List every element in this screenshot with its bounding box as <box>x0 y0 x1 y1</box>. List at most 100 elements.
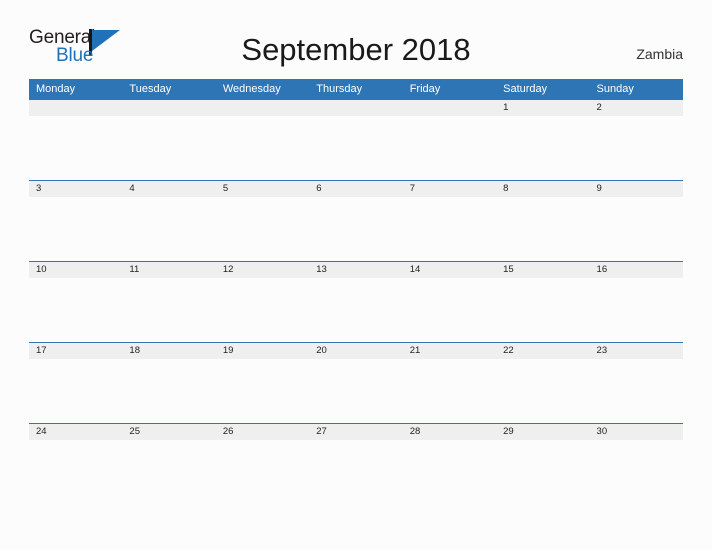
day-cell[interactable]: 26 <box>215 423 310 504</box>
day-cell[interactable]: 3 <box>29 180 123 261</box>
day-cell[interactable]: 21 <box>402 342 497 423</box>
day-cell[interactable]: 25 <box>122 423 216 504</box>
day-cell[interactable]: 5 <box>215 180 310 261</box>
day-cell[interactable]: 16 <box>589 261 683 342</box>
day-cell[interactable]: 24 <box>29 423 123 504</box>
day-events-area[interactable] <box>215 359 310 423</box>
day-cell[interactable]: 10 <box>29 261 123 342</box>
weekday-header-tuesday: Tuesday <box>122 79 216 99</box>
day-cell[interactable]: 11 <box>122 261 216 342</box>
day-events-area[interactable] <box>496 359 590 423</box>
day-events-area[interactable] <box>29 116 123 180</box>
day-number: 13 <box>309 261 403 278</box>
day-number <box>29 99 123 116</box>
day-events-area[interactable] <box>309 197 403 261</box>
day-cell[interactable]: 15 <box>496 261 590 342</box>
day-cell[interactable]: 22 <box>496 342 590 423</box>
day-cell[interactable] <box>122 99 216 180</box>
day-number: 24 <box>29 423 123 440</box>
day-events-area[interactable] <box>309 278 403 342</box>
day-events-area[interactable] <box>29 359 123 423</box>
day-events-area[interactable] <box>496 116 590 180</box>
weekday-header-monday: Monday <box>29 79 123 99</box>
day-cell[interactable]: 12 <box>215 261 310 342</box>
day-events-area[interactable] <box>122 197 216 261</box>
day-events-area[interactable] <box>309 440 403 504</box>
day-number <box>215 99 310 116</box>
day-number: 4 <box>122 180 216 197</box>
day-cell[interactable]: 7 <box>402 180 497 261</box>
day-cell[interactable]: 6 <box>309 180 403 261</box>
day-cell[interactable]: 14 <box>402 261 497 342</box>
day-number: 23 <box>589 342 683 359</box>
day-events-area[interactable] <box>402 197 497 261</box>
weekday-header-saturday: Saturday <box>496 79 590 99</box>
day-cell[interactable]: 4 <box>122 180 216 261</box>
day-events-area[interactable] <box>122 440 216 504</box>
calendar-body: 1 2 3 4 5 6 7 8 9 10 11 12 13 14 15 16 1… <box>29 99 683 504</box>
day-number: 7 <box>402 180 497 197</box>
day-number: 16 <box>589 261 683 278</box>
day-events-area[interactable] <box>589 197 683 261</box>
day-number: 5 <box>215 180 310 197</box>
calendar-week-row: 10 11 12 13 14 15 16 <box>29 261 683 342</box>
day-events-area[interactable] <box>496 440 590 504</box>
day-cell[interactable]: 13 <box>309 261 403 342</box>
day-cell[interactable]: 29 <box>496 423 590 504</box>
day-number: 1 <box>496 99 590 116</box>
day-events-area[interactable] <box>215 116 310 180</box>
day-cell[interactable]: 30 <box>589 423 683 504</box>
day-events-area[interactable] <box>122 116 216 180</box>
day-cell[interactable] <box>215 99 310 180</box>
day-events-area[interactable] <box>496 278 590 342</box>
day-cell[interactable]: 18 <box>122 342 216 423</box>
day-number: 30 <box>589 423 683 440</box>
calendar-week-row: 24 25 26 27 28 29 30 <box>29 423 683 504</box>
day-events-area[interactable] <box>29 440 123 504</box>
day-events-area[interactable] <box>29 197 123 261</box>
day-events-area[interactable] <box>589 116 683 180</box>
day-number: 9 <box>589 180 683 197</box>
day-events-area[interactable] <box>589 359 683 423</box>
day-number: 2 <box>589 99 683 116</box>
day-events-area[interactable] <box>309 116 403 180</box>
day-events-area[interactable] <box>215 278 310 342</box>
day-events-area[interactable] <box>402 440 497 504</box>
day-events-area[interactable] <box>589 278 683 342</box>
day-cell[interactable] <box>402 99 497 180</box>
weekday-header-friday: Friday <box>402 79 497 99</box>
day-events-area[interactable] <box>402 278 497 342</box>
day-events-area[interactable] <box>589 440 683 504</box>
day-events-area[interactable] <box>122 278 216 342</box>
day-events-area[interactable] <box>402 116 497 180</box>
day-number: 14 <box>402 261 497 278</box>
day-events-area[interactable] <box>309 359 403 423</box>
day-cell[interactable]: 27 <box>309 423 403 504</box>
day-cell[interactable]: 19 <box>215 342 310 423</box>
day-number <box>402 99 497 116</box>
day-events-area[interactable] <box>402 359 497 423</box>
day-events-area[interactable] <box>122 359 216 423</box>
day-events-area[interactable] <box>215 440 310 504</box>
day-events-area[interactable] <box>215 197 310 261</box>
day-events-area[interactable] <box>496 197 590 261</box>
day-cell[interactable]: 9 <box>589 180 683 261</box>
day-number: 8 <box>496 180 590 197</box>
day-number <box>309 99 403 116</box>
day-number: 29 <box>496 423 590 440</box>
day-cell[interactable]: 1 <box>496 99 590 180</box>
calendar-week-row: 17 18 19 20 21 22 23 <box>29 342 683 423</box>
day-cell[interactable] <box>29 99 123 180</box>
day-cell[interactable]: 23 <box>589 342 683 423</box>
day-cell[interactable]: 8 <box>496 180 590 261</box>
day-cell[interactable]: 17 <box>29 342 123 423</box>
day-cell[interactable]: 20 <box>309 342 403 423</box>
day-events-area[interactable] <box>29 278 123 342</box>
day-number: 27 <box>309 423 403 440</box>
weekday-header-thursday: Thursday <box>309 79 403 99</box>
day-cell[interactable] <box>309 99 403 180</box>
day-cell[interactable]: 2 <box>589 99 683 180</box>
calendar-table: Monday Tuesday Wednesday Thursday Friday… <box>29 79 683 504</box>
day-number: 21 <box>402 342 497 359</box>
day-cell[interactable]: 28 <box>402 423 497 504</box>
